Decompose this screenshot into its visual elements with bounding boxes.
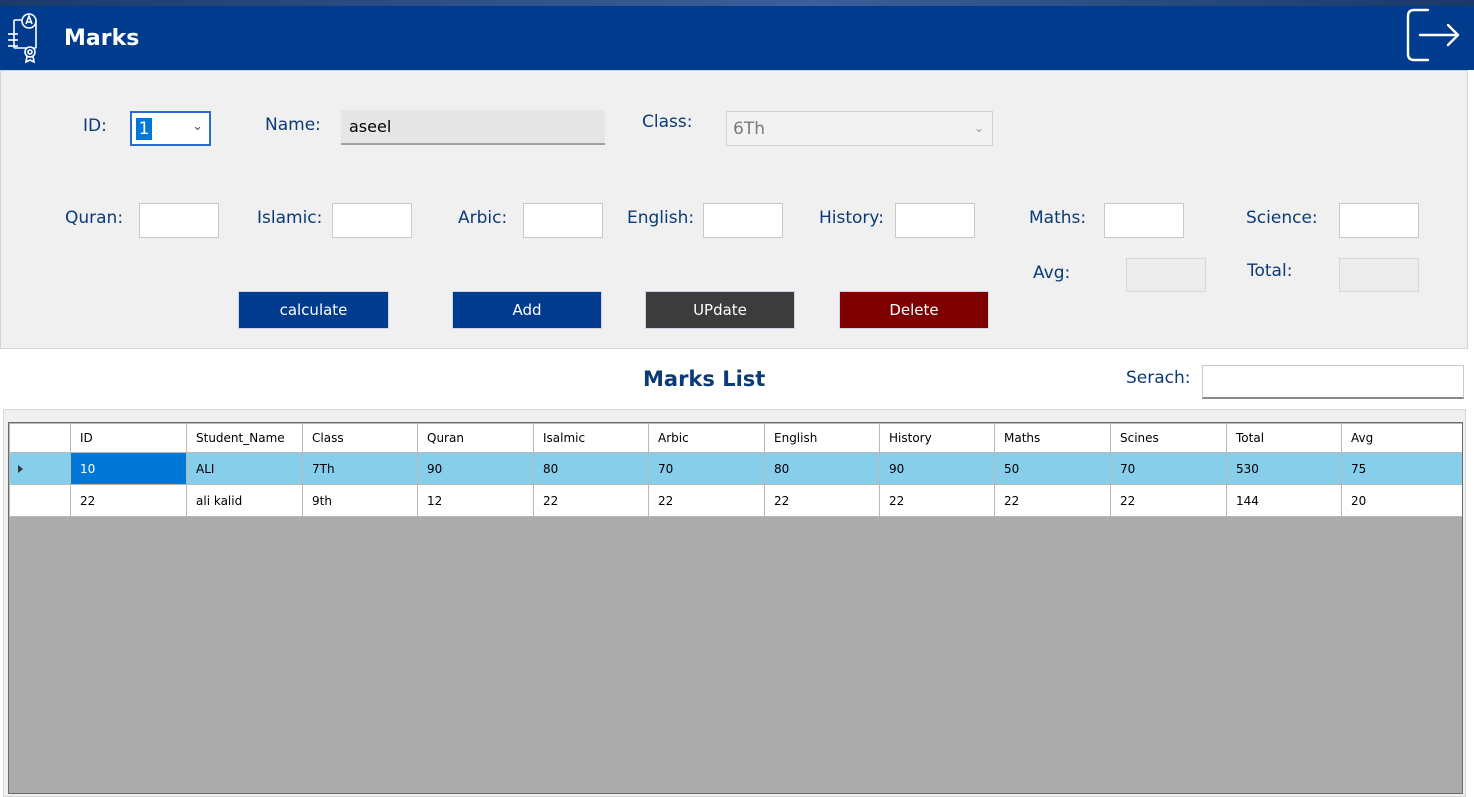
table-cell[interactable]: 90 [879,452,995,485]
column-header[interactable]: English [764,423,880,453]
class-combobox[interactable]: 6Th ⌄ [726,111,993,146]
row-header[interactable] [9,452,71,485]
marks-table: ID Student_Name Class Quran Isalmic Arbi… [9,423,1462,517]
table-row[interactable]: 22 ali kalid 9th 12 22 22 22 22 22 22 14… [9,484,1462,517]
update-button[interactable]: UPdate [645,291,795,329]
search-label: Serach: [1126,368,1191,388]
column-header[interactable]: Total [1226,423,1342,453]
page-title: Marks [64,26,140,51]
calculate-button[interactable]: calculate [238,291,389,329]
table-cell[interactable]: ali kalid [186,484,303,517]
science-field[interactable] [1339,203,1419,238]
table-cell[interactable]: 75 [1341,452,1462,485]
table-cell[interactable]: ALI [186,452,303,485]
table-cell[interactable]: 9th [302,484,418,517]
table-cell[interactable]: 530 [1226,452,1342,485]
add-button[interactable]: Add [452,291,602,329]
class-combobox-value: 6Th [733,119,765,139]
table-cell[interactable]: 22 [648,484,765,517]
table-cell[interactable]: 22 [70,484,187,517]
table-cell[interactable]: 144 [1226,484,1342,517]
delete-button[interactable]: Delete [839,291,989,329]
table-cell[interactable]: 7Th [302,452,418,485]
table-cell[interactable]: 22 [994,484,1111,517]
row-header[interactable] [9,484,71,517]
marks-list-title: Marks List [643,367,766,391]
column-header[interactable]: Isalmic [533,423,649,453]
table-cell[interactable]: 80 [764,452,880,485]
title-bar [0,0,1474,70]
maths-label: Maths: [1029,208,1087,228]
quran-label: Quran: [65,208,124,228]
column-header[interactable]: Student_Name [186,423,303,453]
avg-label: Avg: [1033,263,1071,283]
row-arrow-icon [18,464,23,473]
islamic-field[interactable] [332,203,412,238]
id-combobox[interactable]: 1 ⌄ [130,111,211,146]
name-field[interactable]: aseel [341,110,605,145]
table-cell[interactable]: 50 [994,452,1111,485]
table-cell[interactable]: 12 [417,484,534,517]
title-bar-strip [0,0,1474,6]
column-header[interactable]: ID [70,423,187,453]
english-field[interactable] [703,203,783,238]
avg-field [1126,258,1206,292]
history-label: History: [819,208,884,228]
total-label: Total: [1247,261,1293,281]
science-label: Science: [1246,208,1318,228]
marks-data-grid[interactable]: ID Student_Name Class Quran Isalmic Arbi… [8,422,1463,794]
column-header[interactable]: History [879,423,995,453]
table-cell[interactable]: 70 [1110,452,1227,485]
table-header-row: ID Student_Name Class Quran Isalmic Arbi… [9,423,1462,453]
maths-field[interactable] [1104,203,1184,238]
table-row[interactable]: 10 ALI 7Th 90 80 70 80 90 50 70 530 75 [9,452,1462,485]
column-header[interactable]: Quran [417,423,534,453]
history-field[interactable] [895,203,975,238]
table-cell[interactable]: 20 [1341,484,1462,517]
column-header[interactable]: Maths [994,423,1111,453]
column-header[interactable]: Scines [1110,423,1227,453]
quran-field[interactable] [139,203,219,238]
search-input[interactable] [1202,365,1464,399]
arbic-label: Arbic: [458,208,508,228]
table-cell[interactable]: 10 [70,452,187,485]
arbic-field[interactable] [523,203,603,238]
table-cell[interactable]: 22 [879,484,995,517]
table-cell[interactable]: 70 [648,452,765,485]
class-label: Class: [642,112,693,132]
english-label: English: [627,208,695,228]
certificate-icon [8,13,37,64]
chevron-down-icon: ⌄ [973,121,984,135]
column-header[interactable]: Arbic [648,423,765,453]
logout-icon[interactable] [1402,6,1464,64]
table-cell[interactable]: 90 [417,452,534,485]
id-combobox-value: 1 [136,118,152,140]
column-header[interactable]: Class [302,423,418,453]
table-cell[interactable]: 22 [533,484,649,517]
id-label: ID: [83,116,107,136]
column-header[interactable]: Avg [1341,423,1462,453]
total-field [1339,258,1419,292]
name-label: Name: [265,115,321,135]
chevron-down-icon: ⌄ [192,119,203,134]
table-cell[interactable]: 80 [533,452,649,485]
row-header-corner [9,423,71,453]
islamic-label: Islamic: [257,208,323,228]
table-cell[interactable]: 22 [764,484,880,517]
table-cell[interactable]: 22 [1110,484,1227,517]
